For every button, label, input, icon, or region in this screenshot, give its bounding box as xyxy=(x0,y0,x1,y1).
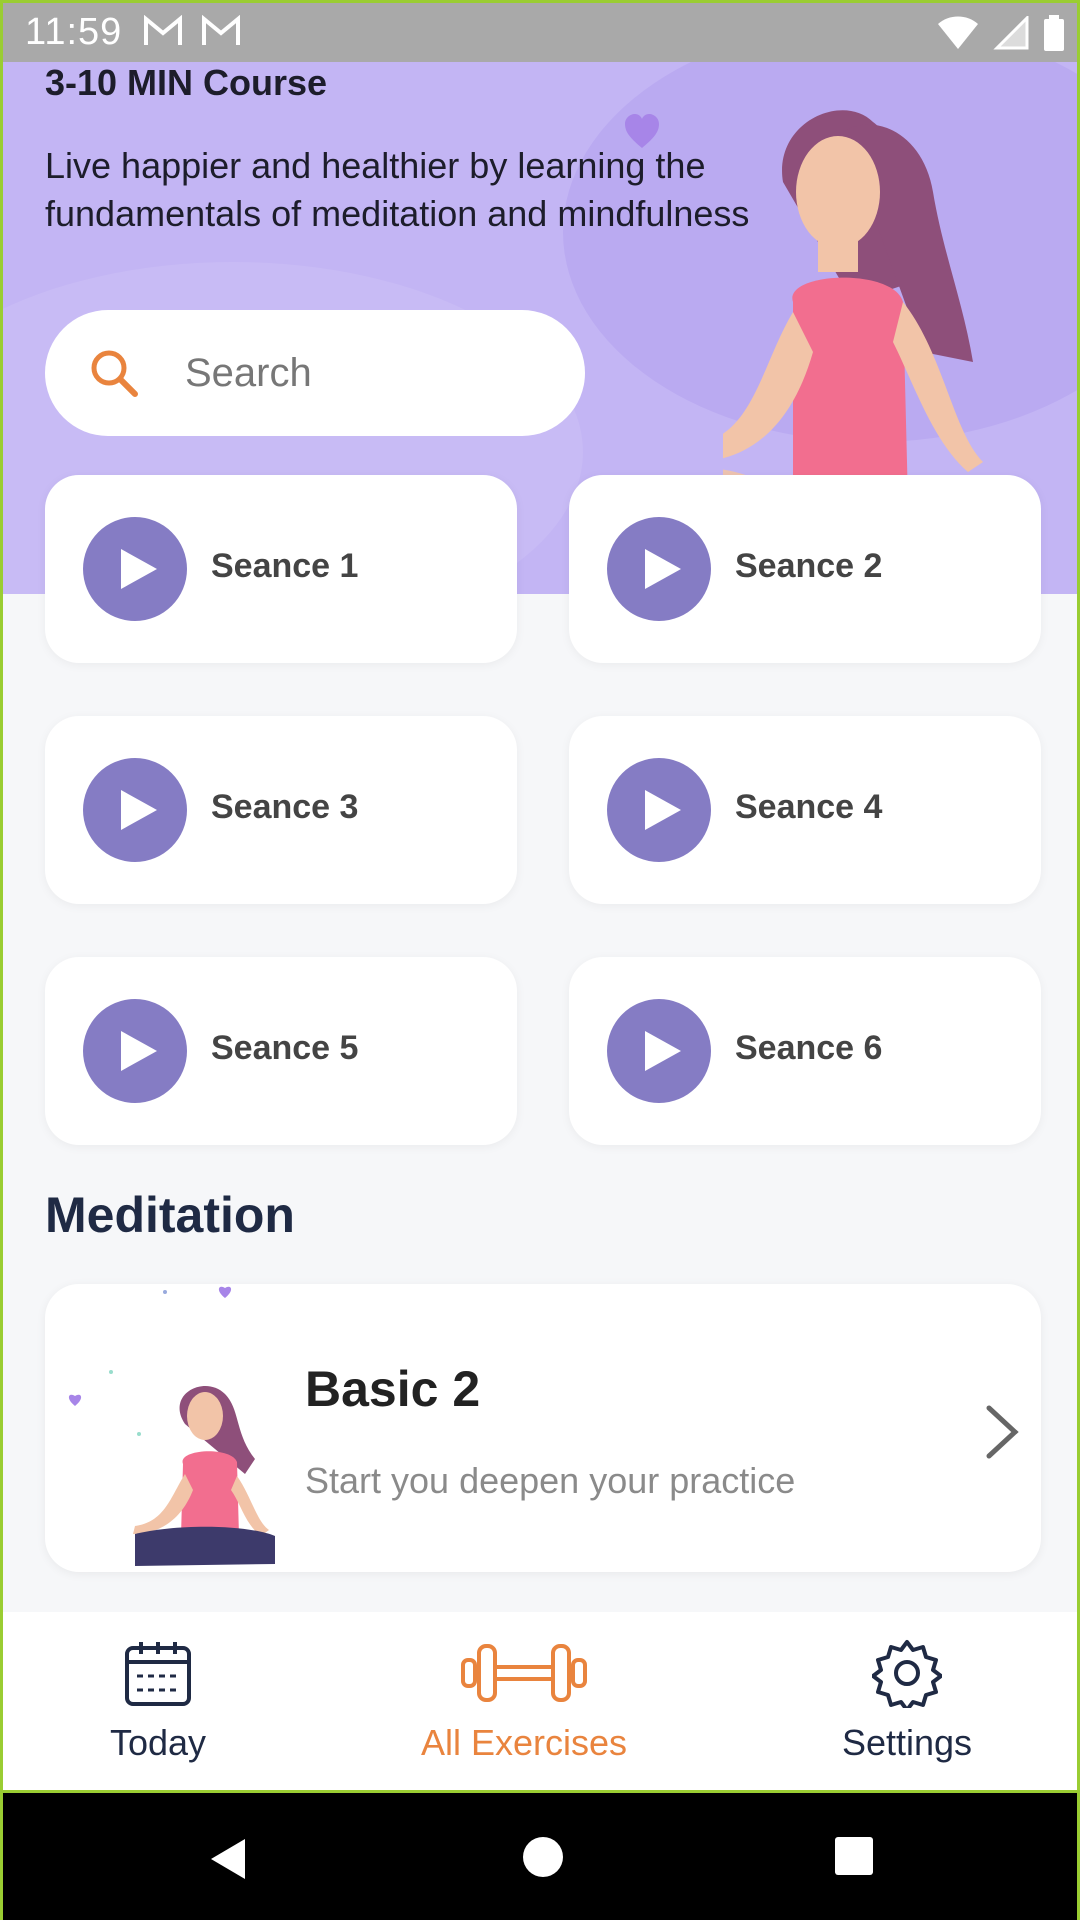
search-bar[interactable] xyxy=(45,310,585,436)
search-icon xyxy=(91,350,138,397)
play-button[interactable] xyxy=(607,758,711,862)
nav-item-all-exercises[interactable]: All Exercises xyxy=(374,1612,674,1790)
nav-label: Settings xyxy=(841,1722,973,1763)
nav-label: All Exercises xyxy=(420,1722,628,1763)
bottom-navigation: Today All Exercises Settings xyxy=(3,1612,1077,1790)
recents-icon[interactable] xyxy=(833,1835,875,1877)
status-time: 11:59 xyxy=(25,11,123,53)
search-input[interactable] xyxy=(185,340,545,406)
nav-label: Today xyxy=(109,1722,207,1763)
play-icon xyxy=(121,1031,157,1071)
section-title: Meditation xyxy=(45,1187,295,1243)
session-card-6[interactable]: Seance 6 xyxy=(569,957,1041,1145)
card-subtitle: Start you deepen your practice xyxy=(305,1460,796,1501)
session-card-4[interactable]: Seance 4 xyxy=(569,716,1041,904)
app-screen: 11:59 3-10 MIN Course Live happier and h… xyxy=(0,0,1080,1920)
signal-icon xyxy=(993,16,1029,50)
course-description: Live happier and healthier by learning t… xyxy=(45,145,750,234)
session-card-2[interactable]: Seance 2 xyxy=(569,475,1041,663)
gmail-icon xyxy=(144,15,182,45)
dumbbell-icon xyxy=(461,1644,587,1702)
play-icon xyxy=(121,549,157,589)
back-icon[interactable] xyxy=(205,1835,253,1883)
course-title: 3-10 MIN Course xyxy=(45,62,328,103)
system-navigation-bar xyxy=(3,1790,1077,1920)
status-bar: 11:59 xyxy=(3,0,1077,62)
play-button[interactable] xyxy=(607,517,711,621)
session-label: Seance 6 xyxy=(735,1029,883,1067)
session-label: Seance 1 xyxy=(211,547,359,585)
play-button[interactable] xyxy=(83,999,187,1103)
status-icons xyxy=(937,15,1065,51)
battery-icon xyxy=(1044,15,1064,51)
session-label: Seance 3 xyxy=(211,788,359,826)
session-label: Seance 4 xyxy=(735,788,883,826)
session-card-3[interactable]: Seance 3 xyxy=(45,716,517,904)
play-icon xyxy=(645,1031,681,1071)
play-icon xyxy=(645,549,681,589)
card-title: Basic 2 xyxy=(305,1361,481,1417)
session-card-1[interactable]: Seance 1 xyxy=(45,475,517,663)
home-icon[interactable] xyxy=(521,1835,565,1879)
wifi-icon xyxy=(938,16,978,49)
nav-item-settings[interactable]: Settings xyxy=(757,1612,1057,1790)
meditating-woman-illustration xyxy=(68,1286,275,1566)
session-label: Seance 2 xyxy=(735,547,883,585)
gear-icon xyxy=(872,1640,942,1708)
play-button[interactable] xyxy=(607,999,711,1103)
session-card-5[interactable]: Seance 5 xyxy=(45,957,517,1145)
session-label: Seance 5 xyxy=(211,1029,359,1067)
play-icon xyxy=(121,790,157,830)
gmail-icon xyxy=(202,15,240,45)
play-icon xyxy=(645,790,681,830)
play-button[interactable] xyxy=(83,517,187,621)
chevron-right-icon[interactable] xyxy=(977,1402,1027,1462)
meditation-card[interactable]: Basic 2 Start you deepen your practice xyxy=(45,1284,1041,1572)
play-button[interactable] xyxy=(83,758,187,862)
nav-item-today[interactable]: Today xyxy=(8,1612,308,1790)
calendar-icon xyxy=(125,1642,191,1706)
